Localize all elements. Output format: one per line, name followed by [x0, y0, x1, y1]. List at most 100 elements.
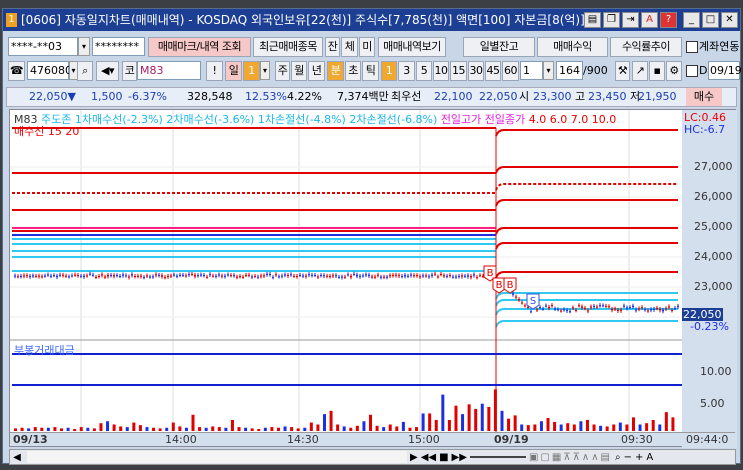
volume-bar	[257, 429, 261, 431]
unfilled-button[interactable]: 미	[359, 37, 375, 57]
minute-5[interactable]: 5	[416, 61, 432, 81]
candle	[50, 275, 52, 277]
daily-balance-button[interactable]: 일별잔고	[463, 37, 535, 57]
buy-button[interactable]: 매수	[686, 88, 722, 106]
save-layout-icon[interactable]: ▤	[584, 12, 601, 28]
title-bar: 1 [0606] 자동일지차트(매매내역) - KOSDAQ 외국인보유[22(…	[3, 9, 740, 31]
chart-scrollbar[interactable]: ◀ ▶ ◀◀ ■ ▶▶ ▣▢▦⊼⊼∧∧▤ ⌕ − + A	[9, 449, 736, 465]
period-minute[interactable]: 분	[327, 61, 344, 81]
volume-bar	[447, 419, 451, 431]
candle	[35, 275, 37, 277]
period-tick[interactable]: 틱	[362, 61, 379, 81]
minute-1[interactable]: 1	[381, 61, 397, 81]
minimize-button[interactable]: _	[683, 12, 700, 28]
level-line-today	[495, 292, 678, 300]
period-second[interactable]: 초	[345, 61, 361, 81]
period-month[interactable]: 월	[291, 61, 307, 81]
date-input[interactable]: 09/19	[708, 61, 742, 80]
candle	[260, 275, 262, 277]
zoom-in-button[interactable]: +	[635, 452, 643, 463]
account-input[interactable]: ****-**03	[8, 37, 78, 56]
help-icon[interactable]: ?	[660, 12, 677, 28]
volume-bar	[303, 427, 307, 431]
period-week[interactable]: 주	[275, 61, 290, 81]
candle	[572, 307, 574, 309]
volume-bar	[263, 427, 267, 431]
period-year[interactable]: 년	[308, 61, 325, 81]
volume-bar	[658, 424, 662, 431]
tool-icon[interactable]: ⚒	[615, 61, 630, 81]
font-icon[interactable]: A	[641, 12, 658, 28]
search-icon[interactable]: ⌕	[77, 61, 93, 81]
candle	[131, 274, 133, 276]
unit-input[interactable]: 1	[520, 61, 543, 80]
recent-trades-button[interactable]: 최근매매종목	[253, 37, 323, 57]
minute-15[interactable]: 15	[450, 61, 467, 81]
filled-button[interactable]: 체	[341, 37, 358, 57]
date-checkbox[interactable]	[686, 65, 698, 77]
candle	[203, 275, 205, 277]
candle	[320, 275, 322, 277]
save-icon[interactable]: ▪	[649, 61, 665, 81]
candle	[578, 305, 580, 307]
chart-icon[interactable]: ↗	[632, 61, 648, 81]
account-dropdown[interactable]: ▾	[78, 37, 90, 56]
minute-45[interactable]: 45	[485, 61, 501, 81]
rewind-button[interactable]: ◀◀	[421, 452, 436, 463]
forward-button[interactable]: ▶▶	[452, 452, 467, 463]
minute-60[interactable]: 60	[502, 61, 519, 81]
candle	[149, 276, 151, 278]
trade-marker-label: B	[496, 280, 503, 291]
account-link-checkbox[interactable]	[686, 41, 698, 53]
unit-dropdown[interactable]: ▾	[543, 61, 554, 80]
scroll-right-button[interactable]: ▶	[410, 452, 418, 463]
candle	[359, 275, 361, 277]
password-input[interactable]: ********	[92, 37, 145, 56]
legend-buy1: 1차매수선(-2.3%)	[74, 113, 163, 126]
volume-bar	[191, 414, 195, 431]
trade-profit-button[interactable]: 매매수익	[537, 37, 608, 57]
zoom-out-button[interactable]: −	[624, 452, 632, 463]
phone-icon[interactable]: ☎	[8, 61, 25, 81]
volume-bar	[132, 422, 136, 431]
trade-history-button[interactable]: 매매내역보기	[378, 37, 446, 57]
alert-button[interactable]: !	[206, 61, 223, 81]
search-zoom-icon[interactable]: ⌕	[615, 452, 621, 463]
minute-30[interactable]: 30	[468, 61, 484, 81]
account-link-label: 계좌연동	[699, 40, 740, 53]
candle	[188, 274, 190, 276]
indicator-input[interactable]: M83	[137, 61, 201, 80]
minute-3[interactable]: 3	[398, 61, 415, 81]
candle	[590, 306, 592, 308]
zoom-slider[interactable]	[469, 456, 526, 458]
window-badge: 1	[6, 13, 17, 27]
auto-button[interactable]: A	[646, 452, 653, 463]
balance-button[interactable]: 잔	[325, 37, 340, 57]
candle	[140, 275, 142, 277]
candle	[647, 310, 649, 312]
sound-icon[interactable]: ◀▾	[96, 61, 119, 81]
settings-gear-icon[interactable]: ⚙	[666, 61, 682, 81]
candle	[74, 274, 76, 276]
copy-window-icon[interactable]: ❐	[603, 12, 620, 28]
drawing-tools-icon[interactable]: ▣▢▦⊼⊼∧∧▤	[529, 452, 612, 463]
close-button[interactable]: ✕	[721, 12, 738, 28]
pin-icon[interactable]: ⇥	[622, 12, 639, 28]
chart-canvas[interactable]: BB BS	[10, 110, 737, 448]
trade-mark-query-button[interactable]: 매매마크/내역 조회	[148, 37, 251, 57]
stock-code-input[interactable]: 476080	[27, 61, 72, 80]
scroll-track[interactable]	[27, 451, 407, 463]
scroll-left-button[interactable]: ◀	[10, 452, 24, 463]
return-trend-button[interactable]: 수익률추이	[610, 37, 682, 57]
chart-area[interactable]: BBBS M83 주도존 1차매수선(-2.3%) 2차매수선(-3.6%) 1…	[9, 109, 737, 448]
maximize-button[interactable]: □	[702, 12, 719, 28]
stop-button[interactable]: ■	[439, 452, 448, 463]
count-input[interactable]: 164	[556, 61, 583, 80]
candle	[524, 305, 526, 307]
candle	[65, 275, 67, 277]
minute-10[interactable]: 10	[433, 61, 449, 81]
day-count-dropdown[interactable]: ▾	[260, 61, 270, 80]
period-day[interactable]: 일	[225, 61, 242, 81]
candle	[356, 274, 358, 277]
day-count[interactable]: 1	[243, 61, 260, 81]
